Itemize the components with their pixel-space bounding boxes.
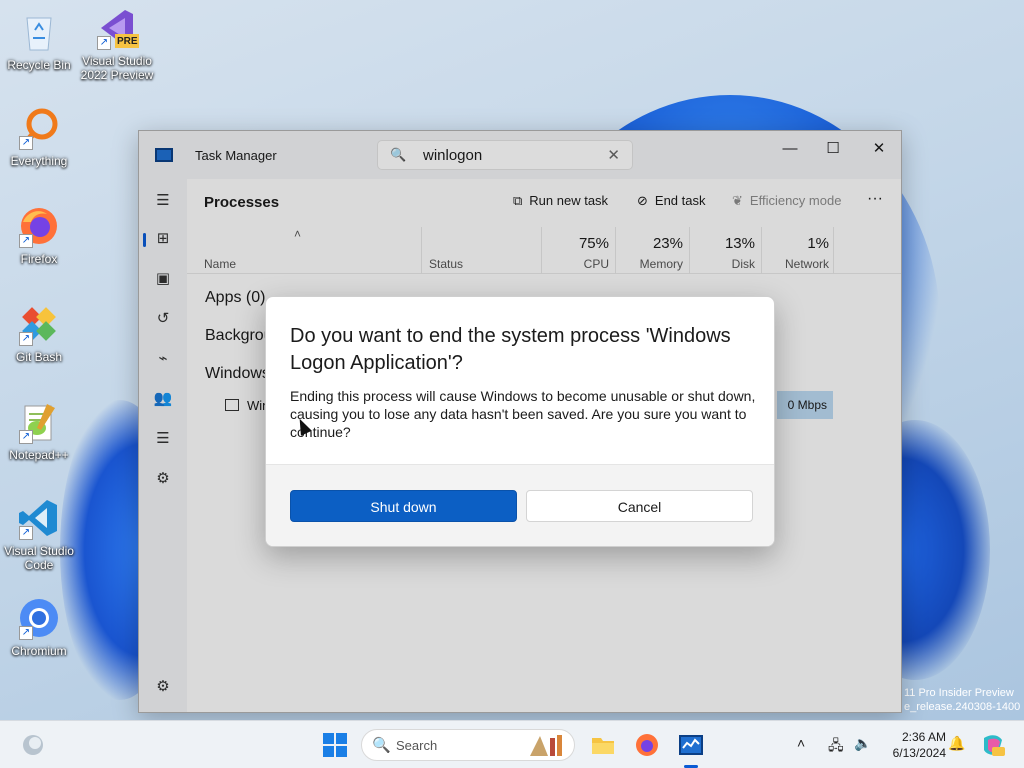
desktop-icon-label: Everything [10, 154, 68, 168]
chromium-icon: ↗ [17, 596, 61, 640]
desktop-icon-label: Visual Studio Code [4, 544, 74, 572]
dialog-message: Ending this process will cause Windows t… [290, 388, 756, 440]
desktop-icon-label: Firefox [20, 252, 58, 266]
firefox-icon: ↗ [17, 204, 61, 248]
firefox-taskbar-icon[interactable] [634, 732, 660, 758]
desktop-watermark: 11 Pro Insider Preview e_release.240308-… [904, 686, 1020, 714]
desktop-icon-everything[interactable]: ↗ Everything [0, 106, 78, 168]
desktop-icon-chromium[interactable]: ↗ Chromium [0, 596, 78, 658]
everything-search-icon: ↗ [17, 106, 61, 150]
task-manager-taskbar-icon[interactable] [678, 732, 704, 758]
git-bash-icon: ↗ [17, 302, 61, 346]
watermark-line: 11 Pro Insider Preview [904, 687, 1014, 699]
search-highlight-icon [530, 735, 562, 756]
desktop-icon-visual-studio-preview[interactable]: PRE ↗ Visual Studio 2022 Preview [78, 6, 156, 82]
taskbar-search-box[interactable]: 🔍 Search [361, 729, 575, 761]
shortcut-arrow-icon: ↗ [19, 626, 33, 640]
network-icon[interactable]: 🖧 [828, 735, 844, 759]
taskbar: 🔍 Search ˄ 🖧 🔈 2:36 AM 6/13/2024 🔔 [0, 720, 1024, 768]
shortcut-arrow-icon: ↗ [19, 234, 33, 248]
dialog-title: Do you want to end the system process 'W… [290, 325, 731, 374]
clock[interactable]: 2:36 AM 6/13/2024 [880, 729, 946, 761]
shortcut-arrow-icon: ↗ [19, 136, 33, 150]
desktop-icon-label: Notepad++ [9, 448, 69, 462]
clock-time: 2:36 AM [901, 730, 946, 744]
clock-date: 6/13/2024 [892, 746, 946, 760]
show-hidden-icons-button[interactable]: ˄ [797, 735, 805, 751]
copilot-icon[interactable] [980, 732, 1006, 758]
notification-bell-icon[interactable]: 🔔 [948, 735, 965, 752]
cancel-button[interactable]: Cancel [526, 490, 753, 522]
notepad-plus-plus-icon: ↗ [17, 400, 61, 444]
desktop-icon-firefox[interactable]: ↗ Firefox [0, 204, 78, 266]
vscode-icon: ↗ [17, 496, 61, 540]
desktop-icon-vscode[interactable]: ↗ Visual Studio Code [0, 496, 78, 572]
volume-icon[interactable]: 🔈 [854, 735, 871, 752]
desktop-icon-label: Visual Studio 2022 Preview [80, 54, 154, 82]
dialog-footer: Shut down Cancel [266, 464, 774, 546]
watermark-line: e_release.240308-1400 [904, 701, 1021, 713]
shortcut-arrow-icon: ↗ [19, 430, 33, 444]
taskbar-search-placeholder: Search [396, 738, 438, 753]
desktop-icon-label: Recycle Bin [7, 58, 71, 72]
end-process-dialog: Do you want to end the system process 'W… [265, 296, 775, 547]
desktop-icon-recycle-bin[interactable]: Recycle Bin [0, 10, 78, 72]
shortcut-arrow-icon: ↗ [97, 36, 111, 50]
desktop-icon-notepad-plus-plus[interactable]: ↗ Notepad++ [0, 400, 78, 462]
shortcut-arrow-icon: ↗ [19, 526, 33, 540]
shut-down-button[interactable]: Shut down [290, 490, 517, 522]
search-icon: 🔍 [372, 737, 391, 754]
desktop-icon-git-bash[interactable]: ↗ Git Bash [0, 302, 78, 364]
desktop-icon-label: Git Bash [15, 350, 63, 364]
widgets-icon[interactable] [20, 732, 46, 758]
pre-badge: PRE [117, 36, 138, 47]
visual-studio-preview-icon: PRE ↗ [95, 6, 139, 50]
recycle-bin-icon [17, 10, 61, 54]
file-explorer-icon[interactable] [590, 732, 616, 758]
start-button-icon[interactable] [322, 732, 348, 758]
shortcut-arrow-icon: ↗ [19, 332, 33, 346]
desktop-icon-label: Chromium [11, 644, 67, 658]
